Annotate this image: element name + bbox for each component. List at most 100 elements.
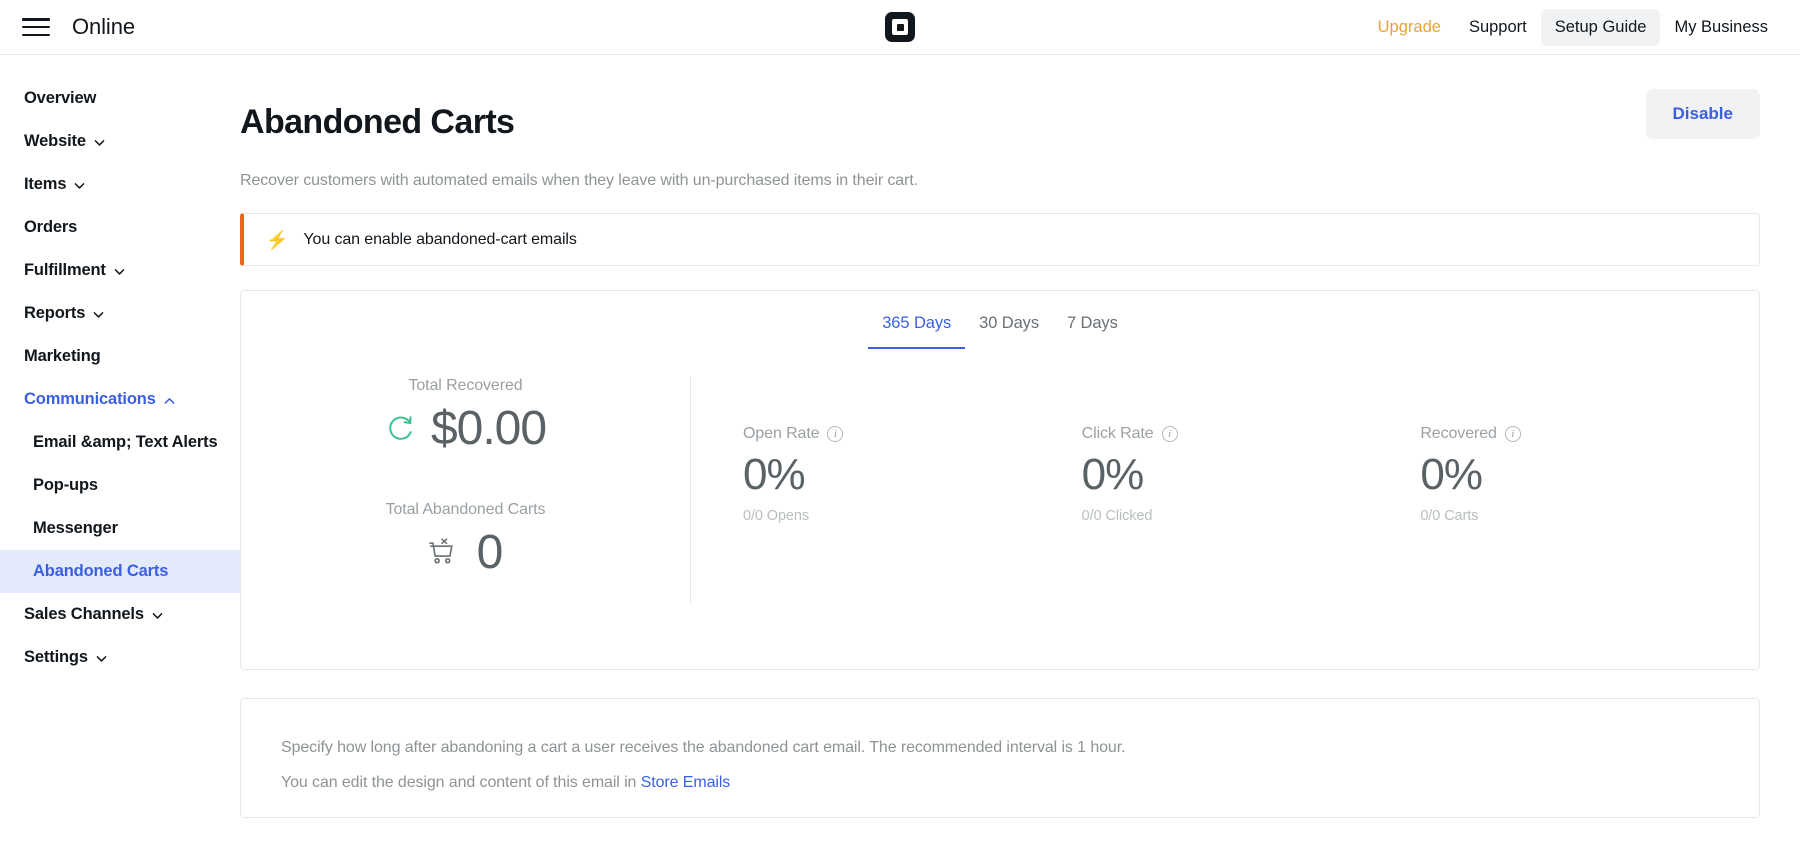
sidebar-item-label: Fulfillment [24,261,106,280]
total-recovered-row: $0.00 [241,399,690,459]
info-icon[interactable]: i [827,426,843,442]
spacer [241,459,690,501]
metric-recovered-sub: 0/0 Carts [1420,508,1759,524]
page-title: Abandoned Carts [240,103,514,142]
total-abandoned-value: 0 [477,523,503,583]
enable-emails-alert: ⚡ You can enable abandoned-cart emails [240,213,1760,266]
metric-open-rate-label: Open Rate [743,425,819,443]
sidebar-item-reports[interactable]: Reports [0,292,240,335]
rates-panel: Open Rate i 0% 0/0 Opens Click Rate i 0%… [691,377,1759,603]
sidebar-item-orders[interactable]: Orders [0,206,240,249]
sidebar-item-label: Abandoned Carts [33,562,168,581]
sidebar: Overview Website Items Orders Fulfillment Rep… [0,55,240,849]
sidebar-item-sales-channels[interactable]: Sales Channels [0,593,240,636]
sidebar-item-marketing[interactable]: Marketing [0,335,240,378]
metric-recovered-label: Recovered [1420,425,1496,443]
stats-card: 365 Days 30 Days 7 Days Total Recovered [240,290,1760,670]
sidebar-item-label: Email &amp; Text Alerts [33,433,218,452]
nav-upgrade[interactable]: Upgrade [1364,9,1455,46]
sidebar-item-label: Settings [24,648,88,667]
sidebar-item-label: Messenger [33,519,118,538]
timing-card: Specify how long after abandoning a cart… [240,698,1760,818]
square-logo[interactable] [885,12,915,42]
sidebar-item-label: Pop-ups [33,476,98,495]
sidebar-item-label: Website [24,132,86,151]
lightning-bolt-icon: ⚡ [266,231,288,249]
sidebar-item-abandoned-carts[interactable]: Abandoned Carts [0,550,240,593]
metric-click-rate-label: Click Rate [1082,425,1154,443]
alert-text: You can enable abandoned-cart emails [303,231,576,249]
store-emails-link[interactable]: Store Emails [641,774,731,791]
sidebar-item-label: Marketing [24,347,101,366]
total-recovered-value: $0.00 [431,399,546,459]
info-icon[interactable]: i [1505,426,1521,442]
stats-body: Total Recovered $0.00 Total Abandoned Ca… [241,377,1759,603]
total-recovered-label: Total Recovered [241,377,690,395]
sidebar-item-label: Reports [24,304,85,323]
site-title: Online [72,14,135,40]
sidebar-item-label: Communications [24,390,156,409]
chevron-down-icon [95,652,108,665]
sidebar-item-label: Sales Channels [24,605,144,624]
square-logo-inner [897,24,904,31]
metric-click-rate-sub: 0/0 Clicked [1082,508,1421,524]
tab-30-days[interactable]: 30 Days [965,307,1053,349]
recover-arrow-icon [385,414,415,444]
timing-description: Specify how long after abandoning a cart… [281,739,1759,757]
totals-panel: Total Recovered $0.00 Total Abandoned Ca… [241,377,691,603]
nav-support[interactable]: Support [1455,9,1541,46]
sidebar-item-messenger[interactable]: Messenger [0,507,240,550]
metric-open-rate-sub: 0/0 Opens [743,508,1082,524]
period-tabs: 365 Days 30 Days 7 Days [241,291,1759,349]
metric-open-rate-value: 0% [743,449,1082,502]
metric-click-rate-value: 0% [1082,449,1421,502]
metric-open-rate-head: Open Rate i [743,425,1082,443]
sidebar-item-settings[interactable]: Settings [0,636,240,679]
metric-recovered-head: Recovered i [1420,425,1759,443]
sidebar-item-fulfillment[interactable]: Fulfillment [0,249,240,292]
page-header: Abandoned Carts Disable [240,103,1760,142]
sidebar-item-items[interactable]: Items [0,163,240,206]
app-shell: Overview Website Items Orders Fulfillment Rep… [0,55,1800,849]
top-nav: Upgrade Support Setup Guide My Business [1364,9,1800,46]
hamburger-icon[interactable] [22,16,50,38]
tab-7-days[interactable]: 7 Days [1053,307,1132,349]
sidebar-item-label: Overview [24,89,96,108]
metric-recovered: Recovered i 0% 0/0 Carts [1420,425,1759,603]
cart-remove-icon [429,538,461,568]
main-content: Abandoned Carts Disable Recover customer… [240,55,1800,849]
sidebar-item-website[interactable]: Website [0,120,240,163]
sidebar-item-communications[interactable]: Communications [0,378,240,421]
total-abandoned-row: 0 [241,523,690,583]
sidebar-item-label: Orders [24,218,77,237]
info-icon[interactable]: i [1162,426,1178,442]
sidebar-item-label: Items [24,175,66,194]
nav-my-business[interactable]: My Business [1660,9,1782,46]
square-logo-mid [892,19,908,35]
chevron-down-icon [73,179,86,192]
sidebar-item-email-and-text-alerts[interactable]: Email &amp; Text Alerts [0,421,240,464]
sidebar-item-overview[interactable]: Overview [0,77,240,120]
metric-open-rate: Open Rate i 0% 0/0 Opens [743,425,1082,603]
tab-365-days[interactable]: 365 Days [868,307,965,349]
top-bar: Online Upgrade Support Setup Guide My Bu… [0,0,1800,55]
chevron-down-icon [113,265,126,278]
timing-description-2-prefix: You can edit the design and content of t… [281,774,641,791]
square-logo-outer [885,12,915,42]
sidebar-item-pop-ups[interactable]: Pop-ups [0,464,240,507]
chevron-down-icon [93,136,106,149]
chevron-down-icon [92,308,105,321]
disable-button[interactable]: Disable [1646,89,1760,139]
chevron-up-icon [163,394,176,407]
hamburger-line [22,26,50,29]
timing-description-2: You can edit the design and content of t… [281,774,1759,792]
metric-recovered-value: 0% [1420,449,1759,502]
chevron-down-icon [151,609,164,622]
metric-click-rate: Click Rate i 0% 0/0 Clicked [1082,425,1421,603]
total-abandoned-label: Total Abandoned Carts [241,501,690,519]
hamburger-line [22,34,50,37]
hamburger-line [22,18,50,21]
nav-setup-guide[interactable]: Setup Guide [1541,9,1661,46]
page-subtitle: Recover customers with automated emails … [240,172,1760,190]
metric-click-rate-head: Click Rate i [1082,425,1421,443]
